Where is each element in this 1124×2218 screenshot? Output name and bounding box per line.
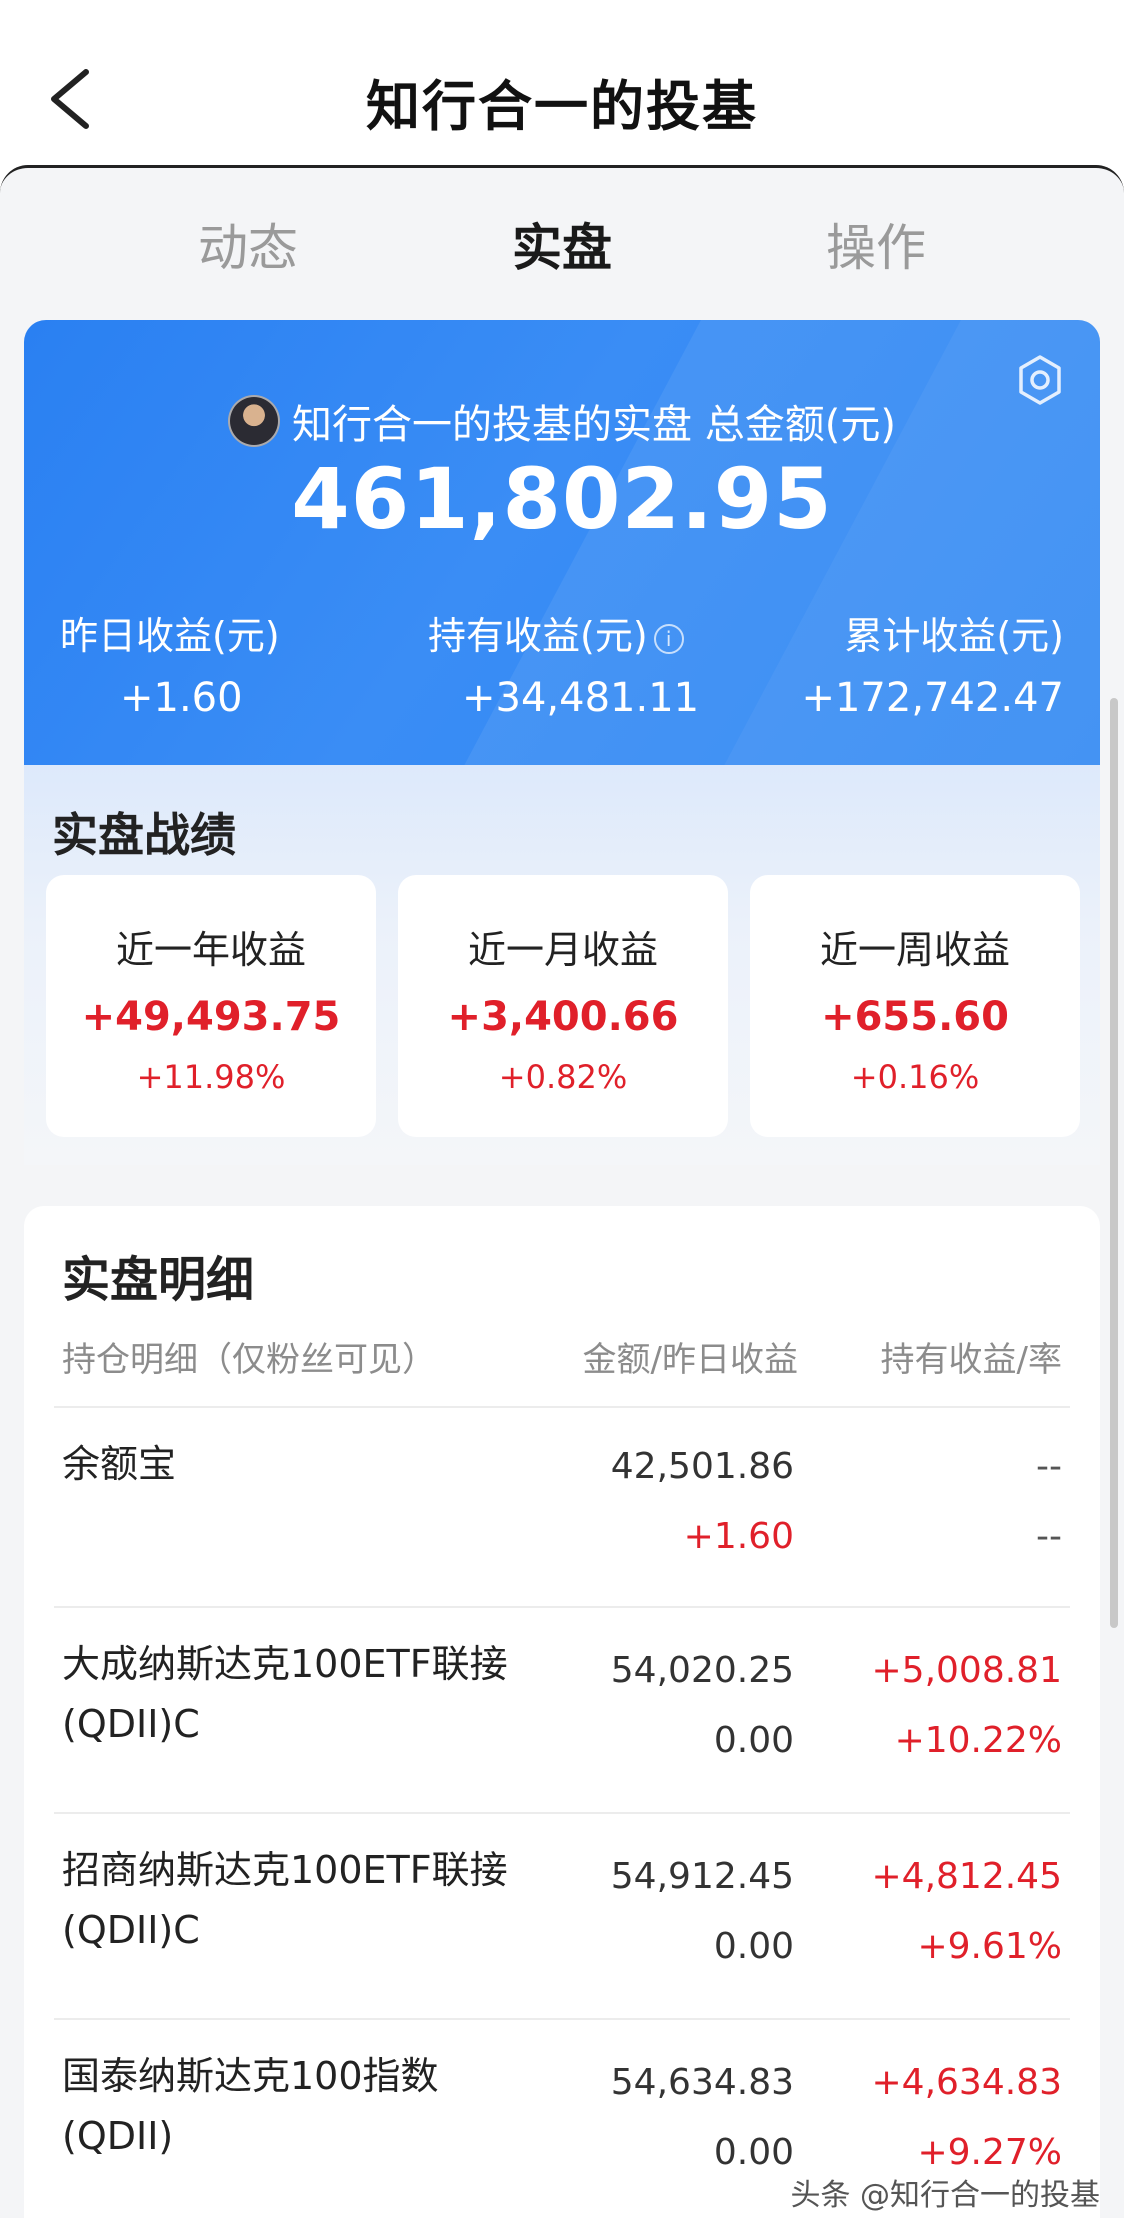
info-icon[interactable]: i	[653, 623, 684, 654]
performance-card-percent: +11.98%	[136, 1058, 286, 1096]
fund-yesterday-earnings: 0.00	[713, 2132, 794, 2173]
account-title-row: 知行合一的投基的实盘 总金额(元)	[24, 392, 1100, 450]
fund-holding-rate: +9.27%	[917, 2132, 1062, 2173]
performance-card-amount: +49,493.75	[81, 994, 341, 1040]
fund-amount: 54,634.83	[610, 2062, 794, 2103]
performance-card-label: 近一周收益	[819, 928, 1010, 972]
fund-yesterday-earnings: +1.60	[683, 1516, 794, 1557]
fund-amount: 54,020.25	[610, 1650, 794, 1691]
account-label: 知行合一的投基的实盘 总金额(元)	[292, 402, 896, 448]
fund-holding-rate: +10.22%	[894, 1720, 1062, 1761]
fund-holding-earnings: +4,812.45	[871, 1856, 1062, 1897]
column-header-holding: 持仓明细（仅粉丝可见）	[62, 1340, 436, 1380]
fund-name: 大成纳斯达克100ETF联接(QDII)C	[62, 1642, 508, 1746]
performance-section: 实盘战绩 近一年收益 +49,493.75 +11.98% 近一月收益 +3,4…	[24, 765, 1100, 1165]
performance-card-month[interactable]: 近一月收益 +3,400.66 +0.82%	[398, 875, 728, 1137]
scrollbar[interactable]	[1110, 698, 1118, 1628]
divider	[54, 1812, 1070, 1814]
fund-amount: 42,501.86	[610, 1446, 794, 1487]
yesterday-earnings-label: 昨日收益(元)	[60, 614, 280, 658]
tab-operations[interactable]: 操作	[766, 208, 986, 280]
performance-title: 实盘战绩	[52, 808, 236, 862]
fund-holding-rate: +9.61%	[917, 1926, 1062, 1967]
tab-dynamic[interactable]: 动态	[138, 208, 358, 280]
cumulative-earnings-label: 累计收益(元)	[844, 614, 1064, 658]
performance-card-year[interactable]: 近一年收益 +49,493.75 +11.98%	[46, 875, 376, 1137]
cumulative-earnings-value: +172,742.47	[801, 675, 1064, 721]
holding-earnings-label-wrap[interactable]: 持有收益(元) i	[428, 605, 684, 660]
fund-name: 余额宝	[62, 1442, 177, 1486]
fund-yesterday-earnings: 0.00	[713, 1720, 794, 1761]
performance-card-label: 近一年收益	[115, 928, 306, 972]
divider	[54, 2018, 1070, 2020]
divider	[54, 1606, 1070, 1608]
fund-holding-earnings: +5,008.81	[871, 1650, 1062, 1691]
divider	[54, 1406, 1070, 1408]
fund-yesterday-earnings: 0.00	[713, 1926, 794, 1967]
fund-name: 国泰纳斯达克100指数(QDII)	[62, 2054, 439, 2158]
tab-bar: 动态 实盘 操作	[0, 208, 1124, 288]
fund-amount: 54,912.45	[610, 1856, 794, 1897]
fund-name: 招商纳斯达克100ETF联接(QDII)C	[62, 1848, 508, 1952]
performance-card-percent: +0.16%	[850, 1058, 980, 1096]
performance-card-amount: +3,400.66	[447, 994, 679, 1040]
fund-holding-rate: --	[1036, 1516, 1062, 1557]
yesterday-earnings-value: +1.60	[120, 675, 243, 721]
tab-portfolio[interactable]: 实盘	[452, 208, 672, 280]
holding-earnings-label: 持有收益(元)	[428, 614, 648, 658]
holdings-detail-title: 实盘明细	[62, 1252, 255, 1308]
watermark: 头条 @知行合一的投基	[790, 2178, 1100, 2213]
content-panel: 动态 实盘 操作 知行合一的投基的实盘 总金额(元) 461,802.95 昨日…	[0, 165, 1124, 2218]
top-navigation-bar: 知行合一的投基	[0, 0, 1124, 165]
fund-holding-earnings: +4,634.83	[871, 2062, 1062, 2103]
performance-card-percent: +0.82%	[498, 1058, 628, 1096]
performance-card-week[interactable]: 近一周收益 +655.60 +0.16%	[750, 875, 1080, 1137]
column-header-amount: 金额/昨日收益	[582, 1340, 798, 1380]
total-amount: 461,802.95	[291, 450, 833, 548]
page-title: 知行合一的投基	[366, 75, 758, 138]
performance-card-amount: +655.60	[821, 994, 1009, 1040]
fund-holding-earnings: --	[1036, 1446, 1062, 1487]
column-header-return: 持有收益/率	[880, 1340, 1062, 1380]
holding-earnings-value: +34,481.11	[462, 675, 700, 721]
performance-card-label: 近一月收益	[467, 928, 658, 972]
avatar	[228, 395, 281, 447]
holdings-detail-section: 实盘明细 持仓明细（仅粉丝可见） 金额/昨日收益 持有收益/率 余额宝 42,5…	[24, 1206, 1100, 2218]
portfolio-summary-card: 知行合一的投基的实盘 总金额(元) 461,802.95 昨日收益(元) +1.…	[24, 320, 1100, 765]
